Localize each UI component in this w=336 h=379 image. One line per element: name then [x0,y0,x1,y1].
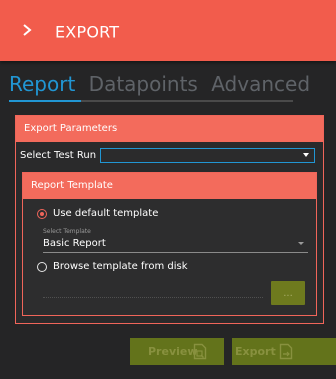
tab-underline [9,100,293,102]
template-value: Basic Report [43,238,106,249]
tab-report[interactable]: Report [9,72,75,96]
document-icon [193,343,207,360]
header-bar: EXPORT [0,0,336,61]
preview-button[interactable]: Preview [130,338,224,365]
default-template-label: Use default template [53,208,159,219]
dropdown-arrow-icon [298,242,304,245]
test-run-select[interactable] [100,148,315,163]
active-tab-indicator [9,100,81,102]
browse-template-label: Browse template from disk [53,261,188,272]
tab-advanced[interactable]: Advanced [211,72,310,96]
default-template-radio[interactable] [37,209,47,219]
export-parameters-header: Export Parameters [16,116,323,142]
tab-datapoints[interactable]: Datapoints [89,72,198,96]
export-label: Export [235,345,276,358]
page-title: EXPORT [55,22,120,42]
test-run-label: Select Test Run [20,150,97,161]
report-template-header: Report Template [23,173,316,199]
tab-bar: Report Datapoints Advanced [9,72,317,100]
export-document-icon [279,343,293,360]
select-template-caption: Select Template [43,228,91,235]
export-parameters-group: Export Parameters Select Test Run Report… [15,115,324,324]
preview-label: Preview [148,345,198,358]
browse-template-radio[interactable] [37,262,47,272]
export-panel: EXPORT Report Datapoints Advanced Export… [0,0,336,379]
template-path-field [43,297,263,298]
dropdown-arrow-icon [303,153,309,157]
export-button[interactable]: Export [232,338,336,365]
browse-button[interactable]: ... [271,281,305,305]
report-template-group: Report Template Use default template Sel… [22,172,317,316]
test-run-row: Select Test Run [16,146,323,166]
chevron-right-icon[interactable] [20,19,36,41]
template-select[interactable]: Basic Report [43,235,308,253]
